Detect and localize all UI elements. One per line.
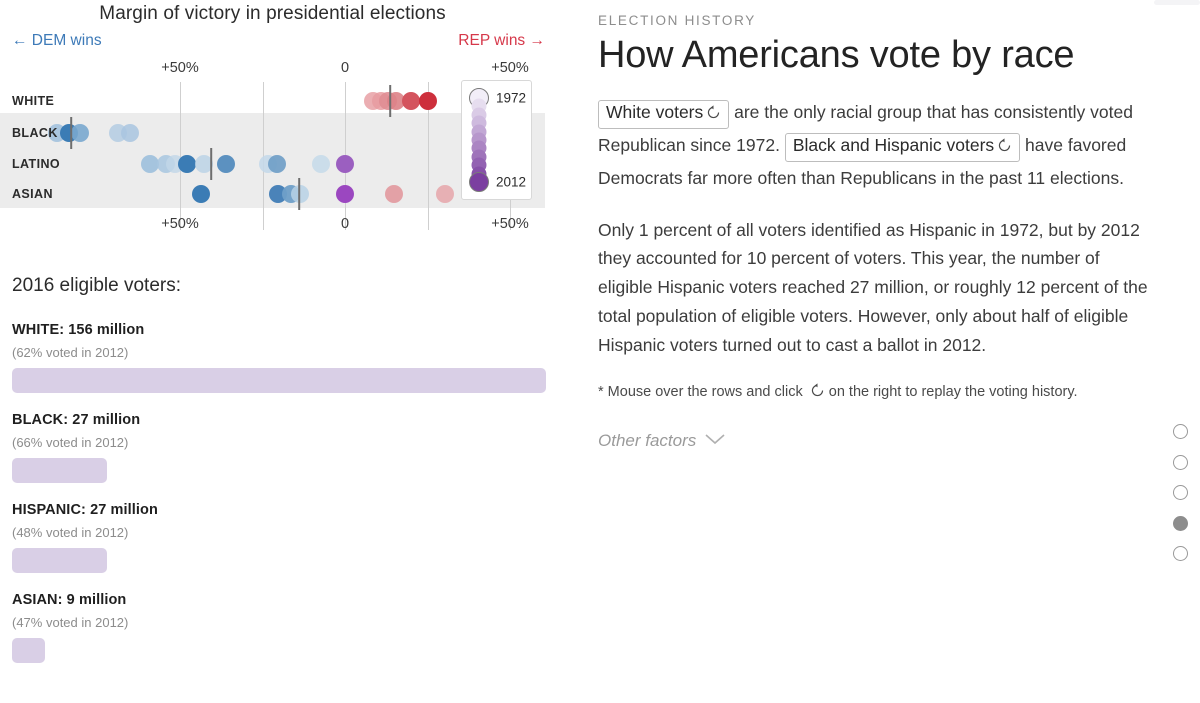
article-footnote: * Mouse over the rows and click on the r… [598, 381, 1158, 406]
data-point[interactable] [291, 185, 309, 203]
white-voters-replay-button[interactable]: White voters [598, 100, 730, 129]
data-point[interactable] [402, 92, 420, 110]
average-marker-black [70, 117, 72, 149]
average-marker-asian [298, 178, 300, 210]
average-marker-latino [210, 148, 212, 180]
eligible-voters-turnout: (47% voted in 2012) [12, 615, 129, 630]
data-point[interactable] [419, 92, 437, 110]
eligible-voters-bar [12, 458, 107, 483]
legend-year-last: 2012 [496, 174, 527, 190]
eligible-voters-group: HISPANIC: 27 million (48% voted in 2012) [12, 502, 546, 573]
axis-tick-2: +50% [491, 216, 529, 232]
year-legend: 1972 2012 [461, 80, 532, 200]
data-point[interactable] [121, 124, 139, 142]
eligible-voters-name: ASIAN: 9 million [12, 592, 127, 608]
axis-tick-2: +50% [491, 60, 529, 76]
data-point[interactable] [268, 155, 286, 173]
pagination-dot-2[interactable] [1173, 454, 1188, 470]
eligible-voters-bar [12, 368, 546, 393]
eligible-voters-name: HISPANIC: 27 million [12, 502, 158, 518]
row-label-asian[interactable]: ASIAN [12, 187, 53, 201]
axis-tick-0: +50% [161, 60, 199, 76]
left-panel: Margin of victory in presidential electi… [0, 0, 560, 703]
data-point[interactable] [71, 124, 89, 142]
pagination-dot-1[interactable] [1173, 424, 1188, 439]
data-point[interactable] [436, 185, 454, 203]
eligible-voters-name: WHITE: 156 million [12, 322, 145, 338]
scrollbar-track[interactable] [1154, 0, 1200, 5]
axis-tick-0: +50% [161, 216, 199, 232]
eligible-voters-bar [12, 548, 107, 573]
article-paragraph: Only 1 percent of all voters identified … [598, 219, 1148, 355]
row-label-white[interactable]: WHITE [12, 94, 54, 108]
replay-icon [810, 383, 825, 406]
eligible-voters-group: BLACK: 27 million (66% voted in 2012) [12, 412, 546, 483]
eligible-voters-turnout: (48% voted in 2012) [12, 525, 129, 540]
data-point[interactable] [385, 185, 403, 203]
data-point[interactable] [336, 155, 354, 173]
rep-wins-label: REP wins → [458, 32, 545, 49]
pagination-dot-4[interactable] [1173, 515, 1188, 531]
legend-swatch [469, 172, 489, 192]
axis-tick-1: 0 [340, 60, 350, 76]
black-hispanic-voters-label: Black and Hispanic voters [792, 134, 995, 155]
page-title: How Americans vote by race [598, 34, 1075, 76]
axis-tick-1: 0 [340, 216, 350, 232]
chevron-down-icon [704, 430, 726, 450]
eligible-voters-group: WHITE: 156 million (62% voted in 2012) [12, 322, 546, 393]
slide-pagination[interactable] [1173, 424, 1188, 577]
dem-wins-label: ← DEM wins [12, 32, 102, 49]
eligible-voters-heading: 2016 eligible voters: [12, 275, 181, 296]
eligible-voters-turnout: (66% voted in 2012) [12, 435, 129, 450]
eligible-voters-name: BLACK: 27 million [12, 412, 141, 428]
margin-of-victory-dot-plot[interactable]: +50% 0 +50% +50% 0 +50% WHITE BLACK LATINO ASIA… [0, 60, 560, 235]
black-hispanic-voters-replay-button[interactable]: Black and Hispanic voters [784, 132, 1021, 162]
chart-title: Margin of victory in presidential electi… [99, 3, 446, 24]
white-voters-label: White voters [606, 102, 704, 123]
data-point[interactable] [217, 155, 235, 173]
legend-year-first: 1972 [496, 90, 527, 106]
article-kicker: ELECTION HISTORY [598, 13, 756, 28]
data-point[interactable] [192, 185, 210, 203]
replay-icon [997, 137, 1012, 159]
data-point[interactable] [312, 155, 330, 173]
row-label-black[interactable]: BLACK [12, 126, 58, 140]
article-lead: White voters are the only racial group t… [598, 96, 1158, 194]
average-marker-white [389, 85, 391, 117]
replay-icon [706, 104, 721, 126]
right-panel: ELECTION HISTORY How Americans vote by r… [598, 0, 1158, 451]
eligible-voters-group: ASIAN: 9 million (47% voted in 2012) [12, 592, 546, 663]
footnote-text-b: on the right to replay the voting histor… [828, 384, 1078, 401]
footnote-text-a: * Mouse over the rows and click [598, 384, 803, 401]
data-point[interactable] [336, 185, 354, 203]
other-factors-label: Other factors [598, 431, 697, 451]
pagination-dot-3[interactable] [1173, 485, 1188, 500]
eligible-voters-turnout: (62% voted in 2012) [12, 345, 129, 360]
pagination-dot-5[interactable] [1173, 546, 1188, 561]
other-factors-toggle[interactable]: Other factors [598, 430, 1158, 451]
page-root: Margin of victory in presidential electi… [0, 0, 1200, 703]
row-label-latino[interactable]: LATINO [12, 157, 60, 171]
eligible-voters-bar [12, 638, 45, 663]
data-point[interactable] [178, 155, 196, 173]
